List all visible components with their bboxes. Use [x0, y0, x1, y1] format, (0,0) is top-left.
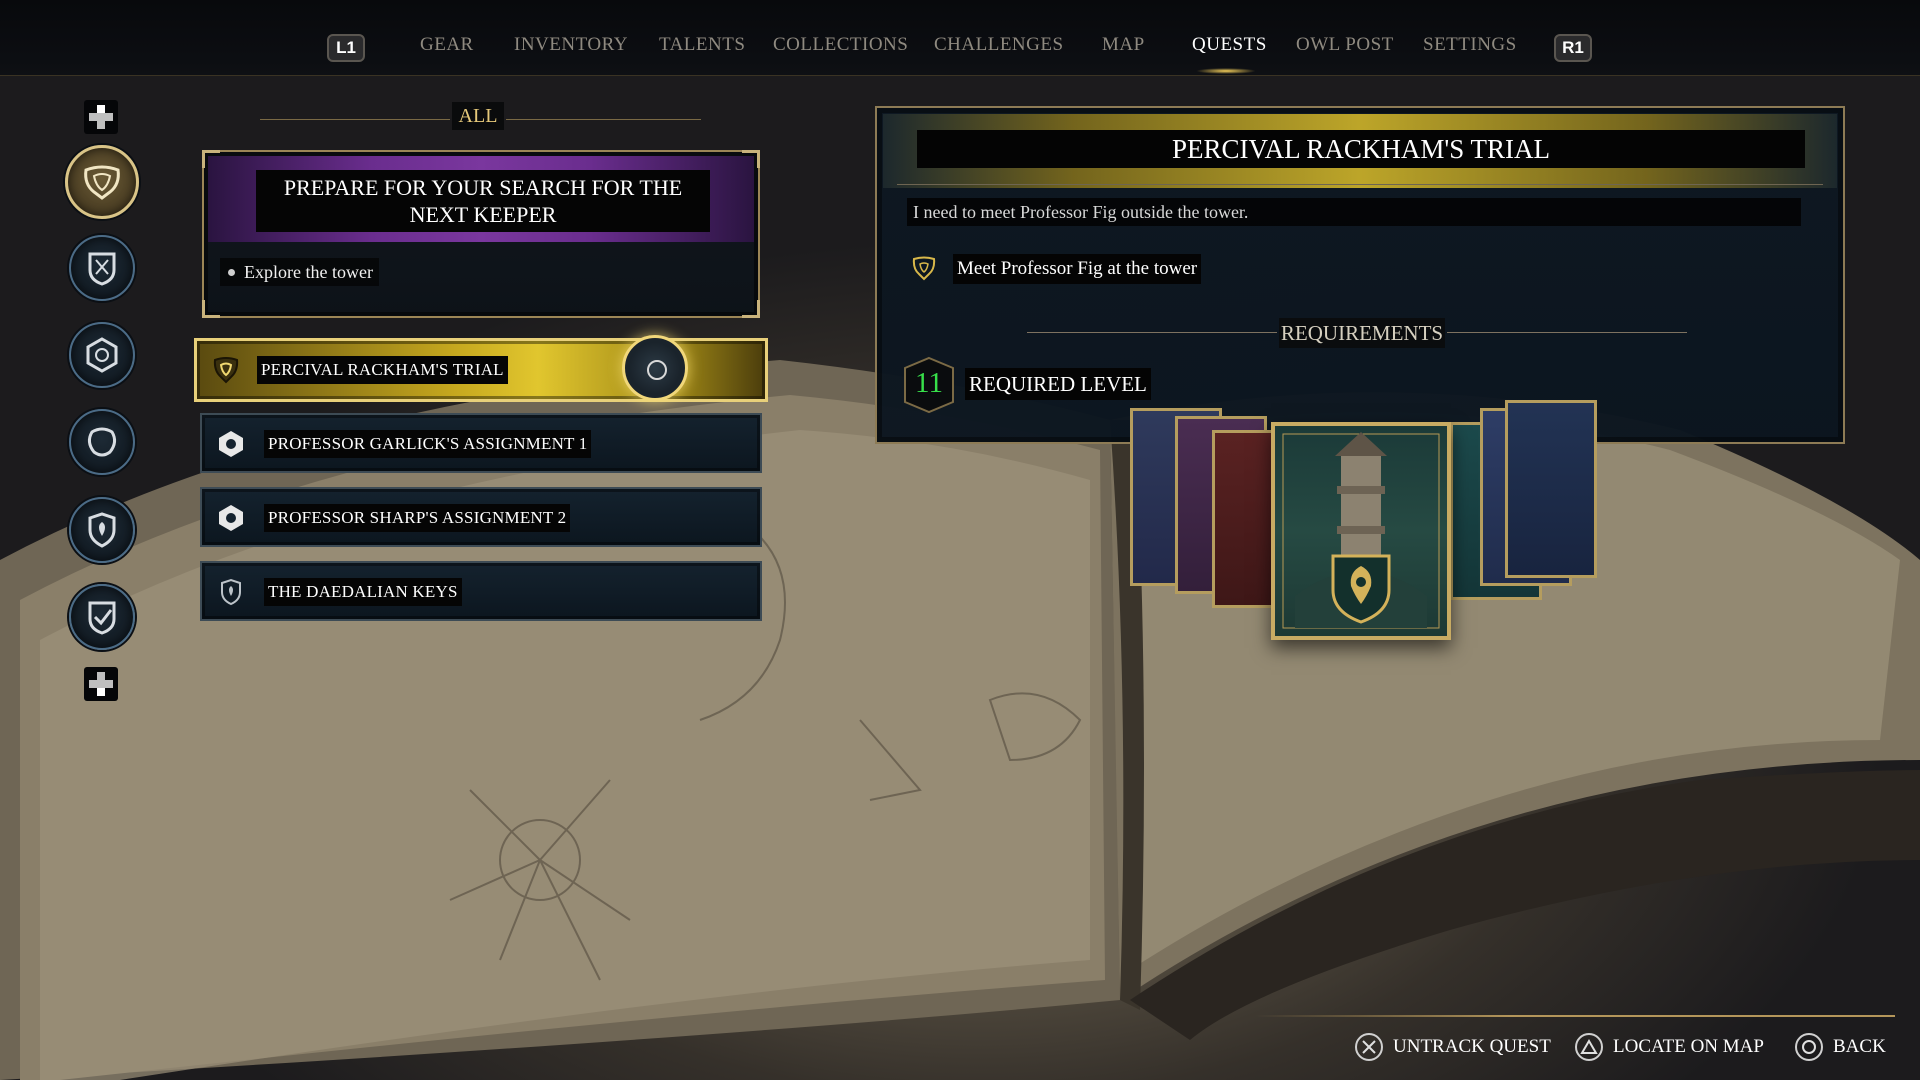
main-quest-title: PREPARE FOR YOUR SEARCH FOR THE NEXT KEE…	[256, 170, 710, 232]
main-quest-icon	[213, 357, 239, 384]
assignment-icon	[219, 431, 243, 457]
quest-row-selected[interactable]: PERCIVAL RACKHAM'S TRIAL	[194, 335, 768, 402]
side-quest-icon	[221, 578, 241, 606]
current-main-quest-card[interactable]: PREPARE FOR YOUR SEARCH FOR THE NEXT KEE…	[202, 150, 760, 318]
required-level-value: 11	[915, 367, 943, 399]
category-house-quests[interactable]	[69, 235, 135, 301]
assignment-icon	[86, 337, 118, 373]
circle-button-icon	[1795, 1033, 1823, 1061]
tab-gear[interactable]: GEAR	[420, 34, 474, 56]
quest-step-text: Meet Professor Fig at the tower	[953, 254, 1202, 284]
side-quest-shield-icon	[88, 512, 116, 548]
objective-bullet-icon	[228, 269, 235, 276]
quest-filter-header: ALL	[250, 100, 710, 132]
completed-quest-icon	[88, 601, 116, 635]
dpad-down-icon	[84, 667, 118, 701]
filter-divider-right	[506, 119, 701, 120]
detail-divider	[897, 184, 1823, 185]
quest-card-tower	[1271, 422, 1451, 640]
requirements-divider-right	[1447, 332, 1687, 333]
requirements-divider-left	[1027, 332, 1277, 333]
ornate-corner	[742, 150, 760, 168]
untrack-quest-label: UNTRACK QUEST	[1393, 1036, 1551, 1057]
quest-title: PROFESSOR SHARP'S ASSIGNMENT 2	[264, 504, 571, 532]
quest-title: PROFESSOR GARLICK'S ASSIGNMENT 1	[264, 430, 592, 458]
relationship-icon	[87, 427, 117, 457]
assignment-icon	[219, 505, 243, 531]
active-tab-indicator	[1196, 68, 1256, 74]
r1-bumper-button[interactable]: R1	[1554, 34, 1592, 62]
main-quest-crest-icon	[84, 165, 120, 200]
tab-settings[interactable]: SETTINGS	[1423, 34, 1517, 56]
tab-map[interactable]: MAP	[1102, 34, 1145, 56]
tab-collections[interactable]: COLLECTIONS	[773, 34, 908, 56]
quest-row[interactable]: PROFESSOR SHARP'S ASSIGNMENT 2	[200, 487, 762, 547]
quest-title: PERCIVAL RACKHAM'S TRIAL	[257, 356, 508, 384]
tab-talents[interactable]: TALENTS	[659, 34, 745, 56]
filter-divider-left	[260, 119, 450, 120]
category-relationships[interactable]	[69, 409, 135, 475]
tab-owl-post[interactable]: OWL POST	[1296, 34, 1394, 56]
category-assignments[interactable]	[69, 322, 135, 388]
l1-bumper-button[interactable]: L1	[327, 34, 365, 62]
prompt-bar-divider	[1255, 1015, 1895, 1017]
required-level-label: REQUIRED LEVEL	[965, 368, 1151, 400]
tab-challenges[interactable]: CHALLENGES	[934, 34, 1064, 56]
cross-button-icon	[1355, 1033, 1383, 1061]
dpad-up-icon	[84, 100, 118, 134]
quest-step-crest-icon	[912, 256, 936, 281]
main-quest-objective-text: Explore the tower	[244, 262, 373, 282]
filter-all-label[interactable]: ALL	[452, 102, 504, 130]
detail-quest-description: I need to meet Professor Fig outside the…	[907, 198, 1801, 226]
ornate-corner	[742, 300, 760, 318]
tab-inventory[interactable]: INVENTORY	[514, 34, 628, 56]
quest-card-back	[1505, 400, 1597, 578]
house-crest-icon	[88, 252, 116, 286]
triangle-button-icon	[1575, 1033, 1603, 1061]
category-completed[interactable]	[69, 584, 135, 650]
ornate-corner	[202, 150, 220, 168]
quest-row[interactable]: PROFESSOR GARLICK'S ASSIGNMENT 1	[200, 413, 762, 473]
tab-quests[interactable]: QUESTS	[1192, 34, 1267, 56]
category-side-quests[interactable]	[69, 497, 135, 563]
main-quest-objective: Explore the tower	[220, 258, 379, 286]
tower-illustration-icon	[1282, 432, 1440, 629]
quest-title: THE DAEDALIAN KEYS	[264, 578, 462, 606]
locate-on-map-label: LOCATE ON MAP	[1613, 1036, 1764, 1057]
back-label: BACK	[1833, 1036, 1886, 1057]
ornate-corner	[202, 300, 220, 318]
category-main-quests[interactable]	[65, 145, 139, 219]
top-navigation-bar: L1 GEAR INVENTORY TALENTS COLLECTIONS CH…	[0, 0, 1920, 76]
quest-row[interactable]: THE DAEDALIAN KEYS	[200, 561, 762, 621]
requirements-heading: REQUIREMENTS	[1279, 318, 1445, 348]
detail-quest-title: PERCIVAL RACKHAM'S TRIAL	[917, 130, 1805, 168]
tracked-quest-indicator	[622, 335, 688, 401]
